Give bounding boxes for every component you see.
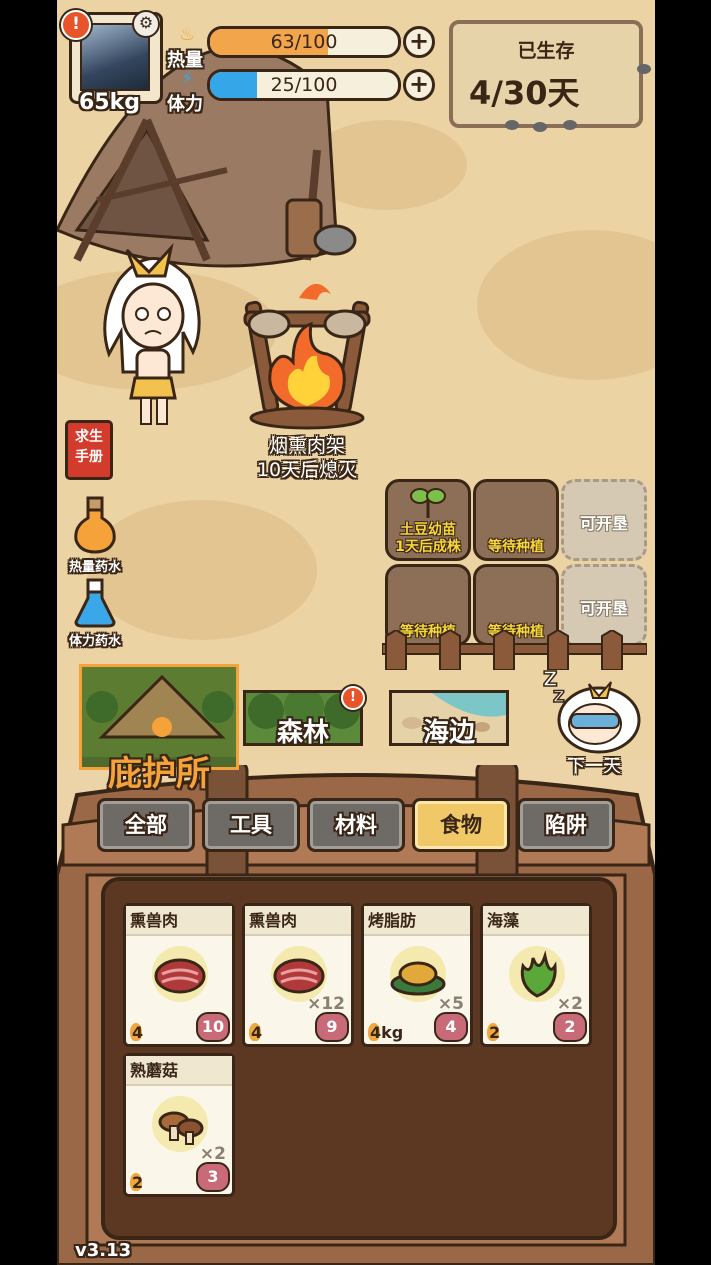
add-stamina-button[interactable]: + xyxy=(403,69,435,101)
survival-manual-button[interactable]: 求生 手册 xyxy=(65,420,113,480)
farm-plot-3[interactable]: 可开垦 xyxy=(561,479,647,561)
tab-2[interactable]: 工具 xyxy=(202,798,300,852)
rock xyxy=(637,64,651,74)
heat-icon xyxy=(130,1023,142,1041)
smoked-meat-icon xyxy=(154,958,206,994)
seedling-icon xyxy=(410,488,446,518)
item-heat-value: 2 xyxy=(130,1173,143,1192)
shelter-scene-icon xyxy=(82,667,236,757)
heat-icon xyxy=(487,1023,499,1041)
item-card[interactable]: 熏兽肉 ×12 4 9 xyxy=(242,903,354,1047)
item-count: ×2 xyxy=(556,994,583,1014)
item-name: 熟蘑菇 xyxy=(126,1056,232,1086)
item-food-value: 10 xyxy=(196,1012,230,1042)
heat-potion-button[interactable]: 热量药水 xyxy=(61,496,129,575)
gear-icon[interactable]: ⚙ xyxy=(132,10,160,38)
heat-bar: 63/100 xyxy=(207,26,401,58)
farm-plot-label: 可开垦 xyxy=(579,514,628,533)
stamina-potion-button[interactable]: 体力药水 xyxy=(61,578,129,649)
item-card[interactable]: 烤脂肪 ×5 4kg 4 xyxy=(361,903,473,1047)
survival-days: 4/30天 xyxy=(469,74,580,112)
tab-label: 材料 xyxy=(335,813,377,837)
heat-icon: ♨ xyxy=(179,24,196,45)
game-screen: ! ⚙ 65kg 热量 体力 ♨ ⚡ 63/100 + 25/100 + 已生存… xyxy=(57,0,655,1265)
item-food-value: 3 xyxy=(196,1162,230,1192)
campfire-name: 烟熏肉架 xyxy=(268,435,345,457)
tab-4[interactable]: 食物 xyxy=(412,798,510,852)
lightning-icon: ⚡ xyxy=(181,68,194,89)
item-card[interactable]: 熟蘑菇 ×2 2 3 xyxy=(123,1053,235,1197)
tab-label: 陷阱 xyxy=(545,813,587,837)
tab-1[interactable]: 全部 xyxy=(97,798,195,852)
item-heat-value: 2 xyxy=(487,1023,500,1042)
item-food-value: 9 xyxy=(315,1012,349,1042)
location-seaside-label: 海边 xyxy=(422,718,475,748)
stamina-bar: 25/100 xyxy=(207,69,401,101)
item-food-value: 2 xyxy=(553,1012,587,1042)
stamina-potion-icon xyxy=(74,578,116,628)
tab-label: 工具 xyxy=(230,813,272,837)
tab-3[interactable]: 材料 xyxy=(307,798,405,852)
tab-label: 全部 xyxy=(125,813,167,837)
tab-5[interactable]: 陷阱 xyxy=(517,798,615,852)
heat-value: 63/100 xyxy=(270,31,338,53)
campfire-label: 烟熏肉架 10天后熄灭 xyxy=(217,434,397,482)
forest-alert-icon: ! xyxy=(341,686,365,710)
farm-plot-1[interactable]: 土豆幼苗 1天后成株 xyxy=(385,479,471,561)
item-name: 海藻 xyxy=(483,906,589,936)
rock xyxy=(533,122,547,132)
item-heat-value: 4 xyxy=(130,1023,143,1042)
item-name: 熏兽肉 xyxy=(126,906,232,936)
item-card[interactable]: 熏兽肉 4 10 xyxy=(123,903,235,1047)
farm-plot-2[interactable]: 等待种植 xyxy=(473,479,559,561)
farm-plot-label: 等待种植 xyxy=(488,539,544,555)
next-day-button[interactable]: Z Z 下一天 xyxy=(539,664,649,777)
player-weight: 65kg xyxy=(79,90,140,115)
farm-plot-label: 土豆幼苗 1天后成株 xyxy=(395,522,461,555)
location-forest-label: 森林 xyxy=(276,718,329,748)
rock xyxy=(505,120,519,130)
next-day-label: 下一天 xyxy=(567,756,621,777)
heat-potion-label: 热量药水 xyxy=(68,560,121,575)
add-heat-button[interactable]: + xyxy=(403,26,435,58)
rock xyxy=(563,120,577,130)
sleeping-character-icon: Z Z xyxy=(542,666,641,754)
inventory-panel: 熏兽肉410熏兽肉×1249烤脂肪×54kg4海藻×222熟蘑菇×223 xyxy=(101,877,617,1240)
heat-icon xyxy=(368,1023,380,1041)
campfire-status: 10天后熄灭 xyxy=(256,459,358,481)
stamina-potion-label: 体力药水 xyxy=(68,634,121,649)
manual-label: 求生 手册 xyxy=(75,429,103,465)
item-name: 烤脂肪 xyxy=(364,906,470,936)
item-card[interactable]: 海藻×222 xyxy=(480,903,592,1047)
survival-title: 已生存 xyxy=(517,40,575,62)
item-count: ×12 xyxy=(307,994,345,1014)
manual-book-icon: 求生 手册 xyxy=(65,420,113,480)
heat-icon xyxy=(130,1173,142,1191)
version-label: v3.13 xyxy=(75,1240,132,1261)
stamina-value: 25/100 xyxy=(270,74,338,96)
item-count: ×5 xyxy=(437,994,464,1014)
player-character[interactable] xyxy=(97,242,207,432)
item-heat-value: 4kg xyxy=(368,1023,404,1042)
farm-plot-label: 可开垦 xyxy=(579,599,628,618)
item-heat-value: 4 xyxy=(249,1023,262,1042)
survival-sign: 已生存 4/30天 xyxy=(449,20,643,128)
smoking-rack-campfire[interactable] xyxy=(237,272,377,432)
heat-potion-icon xyxy=(74,496,116,554)
item-food-value: 4 xyxy=(434,1012,468,1042)
svg-text:Z: Z xyxy=(553,687,565,706)
location-shelter-label: 庇护所 xyxy=(108,754,210,794)
location-shelter[interactable]: 庇护所 xyxy=(79,664,239,794)
item-count: ×2 xyxy=(199,1144,226,1164)
tab-label: 食物 xyxy=(440,813,482,837)
heat-icon xyxy=(249,1023,261,1041)
alert-icon[interactable]: ! xyxy=(61,10,91,40)
stamina-label: 体力 xyxy=(167,94,203,115)
location-seaside[interactable]: 海边 xyxy=(389,690,509,748)
item-name: 熏兽肉 xyxy=(245,906,351,936)
